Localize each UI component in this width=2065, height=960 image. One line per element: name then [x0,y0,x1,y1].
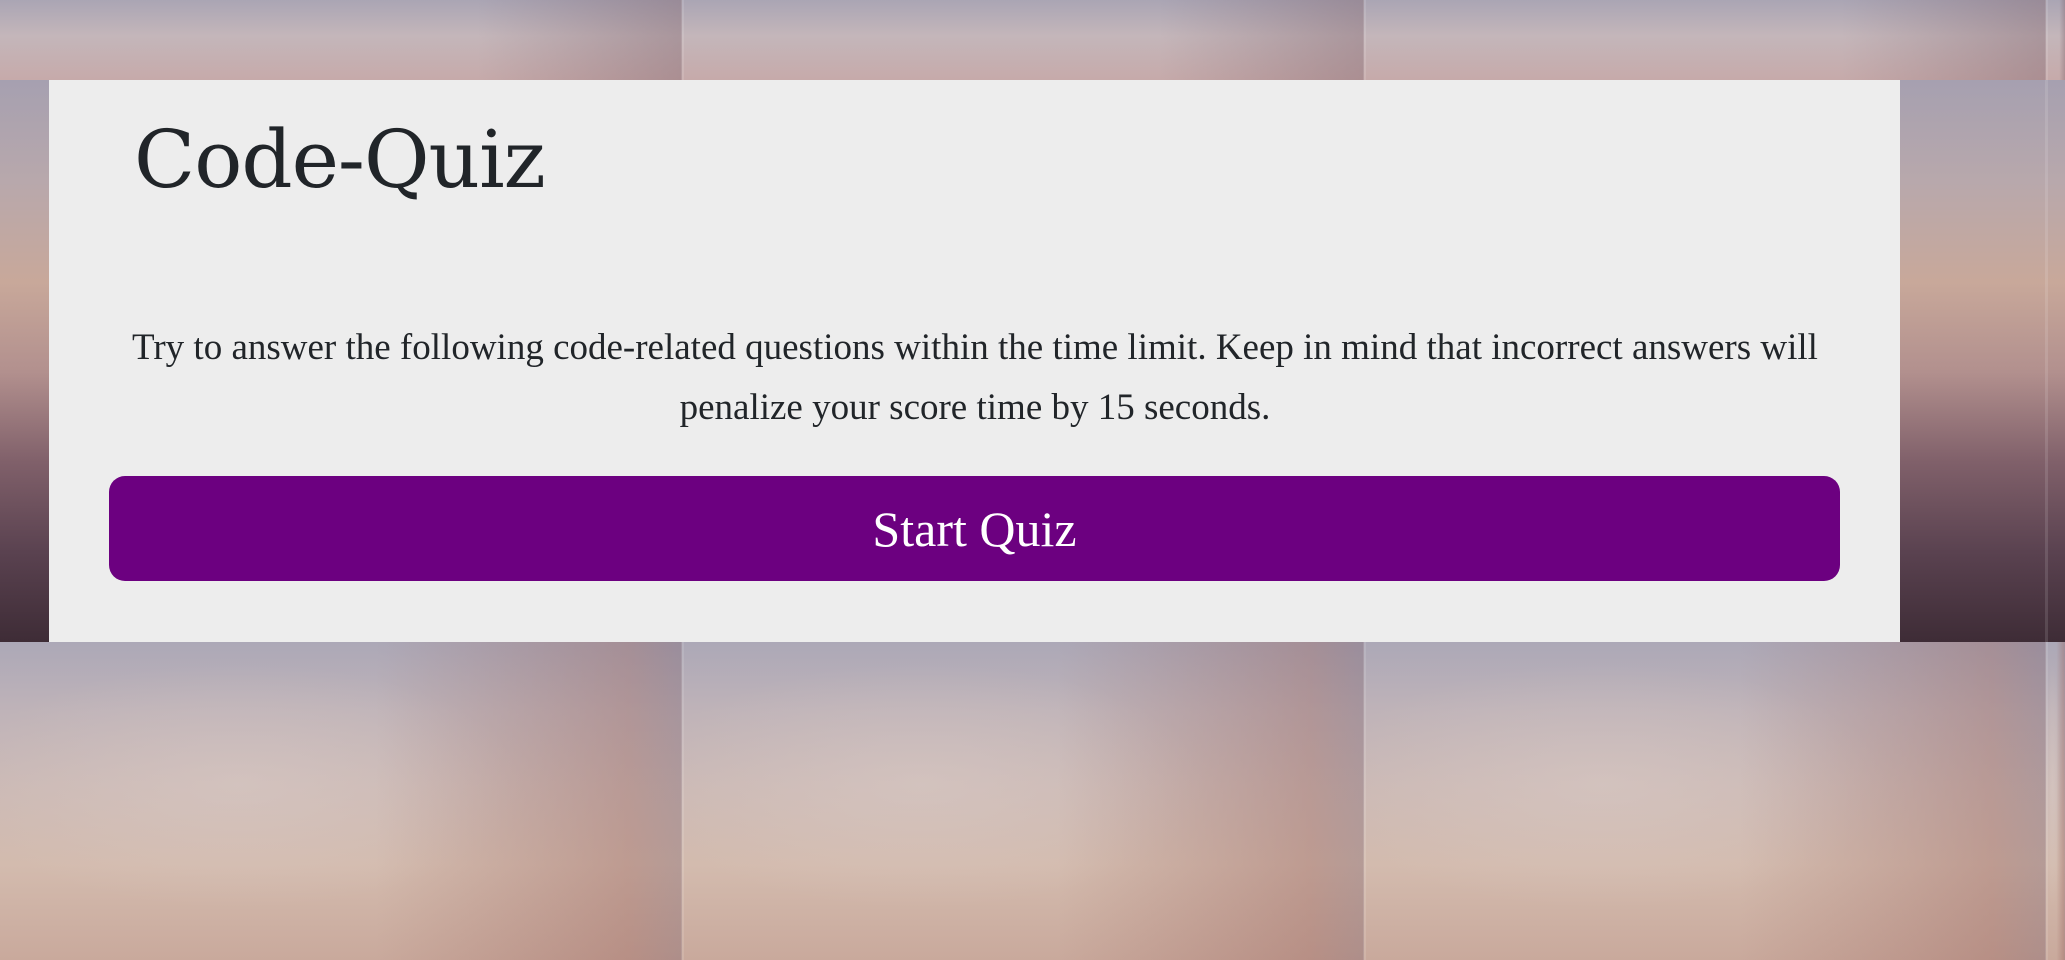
quiz-description: Try to answer the following code-related… [132,327,1818,428]
background-tile [2046,0,2065,80]
background-seam [2045,0,2048,960]
background-tile [1900,80,2065,642]
background-tile [682,0,1364,80]
background-tile [682,642,1364,960]
background-tile [2046,642,2065,960]
background-tile [1364,0,2046,80]
background-tile [0,0,682,80]
background-tile [0,642,682,960]
background-tile [1364,642,2046,960]
start-quiz-button[interactable]: Start Quiz [109,476,1840,581]
background-tile [0,80,49,642]
page-title: Code-Quiz [134,113,546,206]
